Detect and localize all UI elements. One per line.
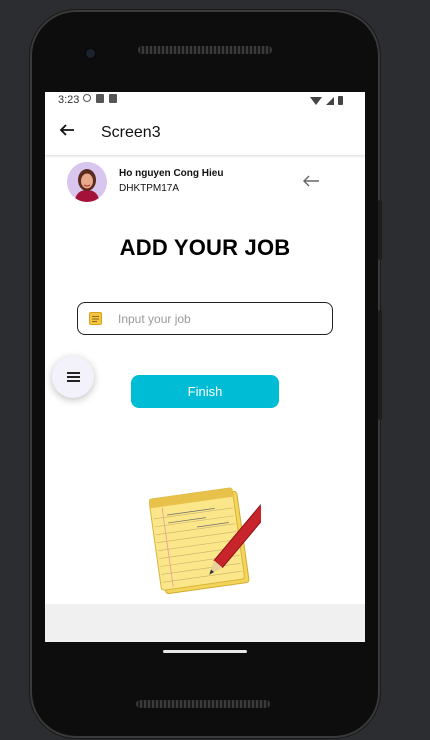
finish-button[interactable]: Finish xyxy=(131,375,279,408)
app-bar-title: Screen3 xyxy=(101,124,161,141)
avatar xyxy=(67,162,107,202)
sd-card-icon xyxy=(109,94,117,103)
bottom-speaker xyxy=(136,700,270,708)
user-name: Ho nguyen Cong Hieu xyxy=(119,168,224,179)
status-time: 3:23 xyxy=(58,94,80,106)
volume-button xyxy=(378,310,382,420)
logout-arrow-icon[interactable] xyxy=(302,174,320,188)
status-bar: 3:23 xyxy=(45,92,365,110)
menu-fab-button[interactable] xyxy=(52,356,94,398)
status-notification-icons xyxy=(83,94,117,103)
front-camera xyxy=(84,47,97,60)
top-speaker xyxy=(138,46,272,54)
notepad-pencil-icon xyxy=(149,487,261,595)
battery-icon xyxy=(338,96,343,105)
job-input-container xyxy=(77,302,333,335)
back-arrow-icon[interactable] xyxy=(59,122,75,138)
shield-icon xyxy=(83,94,91,102)
bottom-bar xyxy=(45,604,365,642)
app-screen: 3:23 Screen3 Ho nguyen Cong Hieu DHKTPM1… xyxy=(45,92,365,642)
status-system-icons xyxy=(310,96,343,105)
power-button xyxy=(378,200,382,260)
user-id: DHKTPM17A xyxy=(119,183,180,194)
job-input[interactable] xyxy=(116,304,320,334)
signal-icon xyxy=(326,96,334,105)
menu-icon xyxy=(67,372,80,382)
app-bar: Screen3 xyxy=(45,110,365,156)
home-indicator[interactable] xyxy=(163,650,247,653)
wifi-icon xyxy=(310,96,322,105)
note-icon xyxy=(89,312,102,325)
page-heading: ADD YOUR JOB xyxy=(119,235,291,260)
notification-icon xyxy=(96,94,104,103)
